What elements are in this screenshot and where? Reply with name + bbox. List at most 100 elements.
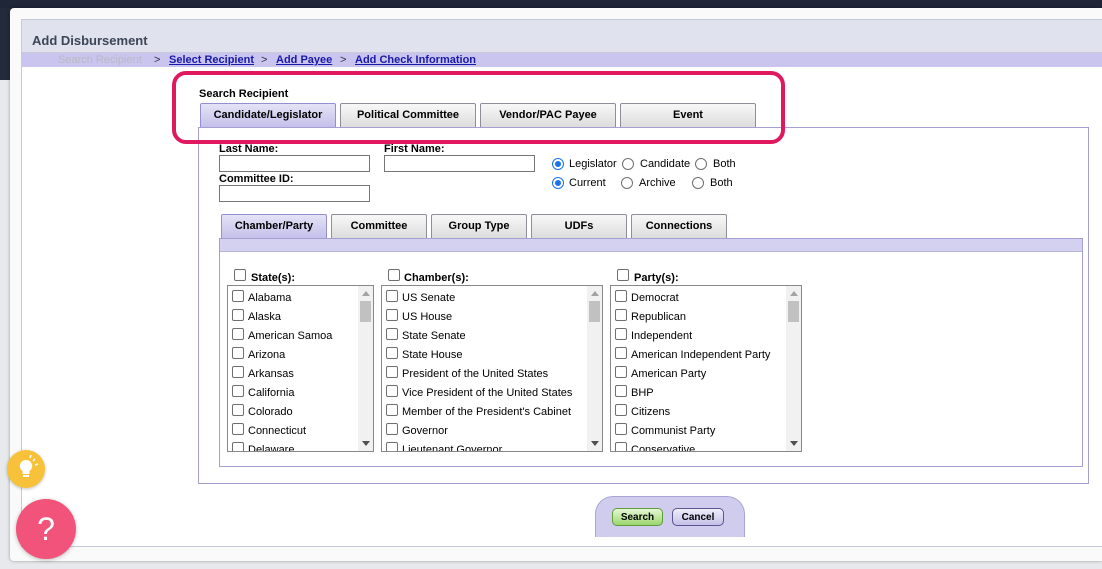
select-all-parties-checkbox[interactable] — [617, 269, 629, 281]
checkbox[interactable] — [386, 309, 398, 321]
radio-status-both[interactable] — [692, 177, 704, 189]
list-item[interactable]: Governor — [386, 422, 586, 441]
list-item[interactable]: Vice President of the United States — [386, 384, 586, 403]
list-item[interactable]: State House — [386, 346, 586, 365]
checkbox[interactable] — [615, 423, 627, 435]
radio-current-label: Current — [569, 177, 606, 189]
checkbox[interactable] — [386, 404, 398, 416]
checkbox[interactable] — [232, 347, 244, 359]
checkbox[interactable] — [386, 290, 398, 302]
search-button[interactable]: Search — [612, 508, 663, 526]
checkbox[interactable] — [232, 309, 244, 321]
list-item[interactable]: California — [232, 384, 362, 403]
cancel-button[interactable]: Cancel — [672, 508, 724, 526]
list-item[interactable]: Alabama — [232, 289, 362, 308]
subtab-committee[interactable]: Committee — [331, 214, 427, 238]
first-name-input[interactable] — [384, 155, 535, 172]
scroll-down-icon[interactable] — [790, 441, 798, 446]
list-item-label: Republican — [631, 311, 687, 323]
list-item[interactable]: Delaware — [232, 441, 362, 451]
radio-legislator[interactable] — [552, 158, 564, 170]
list-item[interactable]: Lieutenant Governor — [386, 441, 586, 451]
checkbox[interactable] — [386, 423, 398, 435]
scroll-thumb[interactable] — [788, 301, 799, 322]
committee-id-input[interactable] — [219, 185, 370, 202]
radio-candidate[interactable] — [622, 158, 634, 170]
checkbox[interactable] — [232, 328, 244, 340]
list-item[interactable]: Arizona — [232, 346, 362, 365]
checkbox[interactable] — [615, 347, 627, 359]
list-item[interactable]: Communist Party — [615, 422, 785, 441]
checkbox[interactable] — [615, 328, 627, 340]
checkbox[interactable] — [386, 385, 398, 397]
list-item[interactable]: Member of the President's Cabinet — [386, 403, 586, 422]
select-all-states-checkbox[interactable] — [234, 269, 246, 281]
scroll-thumb[interactable] — [360, 301, 371, 322]
last-name-input[interactable] — [219, 155, 370, 172]
list-item-label: State House — [402, 349, 463, 361]
select-all-chambers-checkbox[interactable] — [388, 269, 400, 281]
breadcrumb-select-recipient[interactable]: Select Recipient — [169, 54, 254, 66]
list-item[interactable]: President of the United States — [386, 365, 586, 384]
checkbox[interactable] — [615, 442, 627, 451]
states-list[interactable]: Alabama Alaska American Samoa Arizona Ar… — [227, 285, 374, 452]
list-item[interactable]: Connecticut — [232, 422, 362, 441]
scroll-thumb[interactable] — [589, 301, 600, 322]
subtab-chamber-party[interactable]: Chamber/Party — [221, 214, 327, 238]
help-button[interactable]: ? — [16, 499, 76, 559]
list-item-label: Arkansas — [248, 368, 294, 380]
list-item[interactable]: Conservative — [615, 441, 785, 451]
checkbox[interactable] — [232, 385, 244, 397]
scroll-up-icon[interactable] — [362, 291, 370, 296]
checkbox[interactable] — [615, 309, 627, 321]
checkbox[interactable] — [232, 442, 244, 451]
checkbox[interactable] — [232, 404, 244, 416]
subtab-connections[interactable]: Connections — [631, 214, 727, 238]
checkbox[interactable] — [386, 442, 398, 451]
checkbox[interactable] — [232, 423, 244, 435]
checkbox[interactable] — [615, 290, 627, 302]
subtab-udfs[interactable]: UDFs — [531, 214, 627, 238]
list-item[interactable]: Citizens — [615, 403, 785, 422]
list-item[interactable]: Independent — [615, 327, 785, 346]
scroll-up-icon[interactable] — [591, 291, 599, 296]
radio-current[interactable] — [552, 177, 564, 189]
states-scrollbar[interactable] — [358, 286, 373, 451]
checkbox[interactable] — [386, 366, 398, 378]
browser-top-bar — [0, 0, 1102, 8]
breadcrumb-add-check-information[interactable]: Add Check Information — [355, 54, 476, 66]
scroll-down-icon[interactable] — [591, 441, 599, 446]
checkbox[interactable] — [615, 404, 627, 416]
checkbox[interactable] — [386, 347, 398, 359]
chambers-list[interactable]: US Senate US House State Senate State Ho… — [381, 285, 603, 452]
scroll-up-icon[interactable] — [790, 291, 798, 296]
list-item[interactable]: Democrat — [615, 289, 785, 308]
chambers-scrollbar[interactable] — [587, 286, 602, 451]
list-item[interactable]: US House — [386, 308, 586, 327]
parties-list[interactable]: Democrat Republican Independent American… — [610, 285, 802, 452]
breadcrumb-add-payee[interactable]: Add Payee — [276, 54, 332, 66]
checkbox[interactable] — [232, 366, 244, 378]
list-item[interactable]: Colorado — [232, 403, 362, 422]
checkbox[interactable] — [615, 385, 627, 397]
radio-archive[interactable] — [621, 177, 633, 189]
list-item-label: American Independent Party — [631, 349, 771, 361]
radio-type-both[interactable] — [695, 158, 707, 170]
lightbulb-icon[interactable] — [7, 450, 45, 488]
list-item[interactable]: American Independent Party — [615, 346, 785, 365]
list-item[interactable]: Alaska — [232, 308, 362, 327]
parties-scrollbar[interactable] — [786, 286, 801, 451]
list-item[interactable]: Republican — [615, 308, 785, 327]
checkbox[interactable] — [232, 290, 244, 302]
list-item[interactable]: US Senate — [386, 289, 586, 308]
list-item[interactable]: American Samoa — [232, 327, 362, 346]
list-item-label: State Senate — [402, 330, 466, 342]
subtab-group-type[interactable]: Group Type — [431, 214, 527, 238]
list-item[interactable]: American Party — [615, 365, 785, 384]
list-item[interactable]: State Senate — [386, 327, 586, 346]
list-item[interactable]: Arkansas — [232, 365, 362, 384]
scroll-down-icon[interactable] — [362, 441, 370, 446]
checkbox[interactable] — [386, 328, 398, 340]
list-item[interactable]: BHP — [615, 384, 785, 403]
checkbox[interactable] — [615, 366, 627, 378]
